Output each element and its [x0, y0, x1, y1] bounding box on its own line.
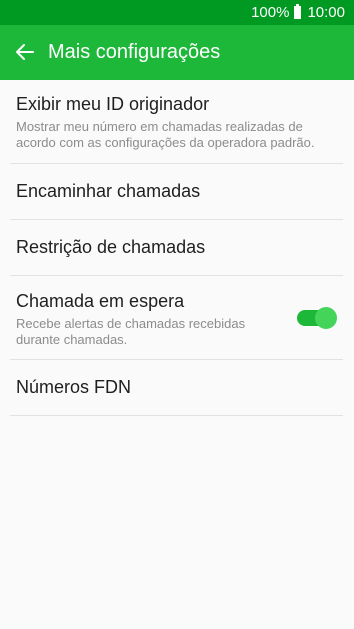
battery-icon — [294, 4, 302, 19]
setting-caller-id-description: Mostrar meu número em chamadas realizada… — [16, 119, 315, 150]
setting-fdn-numbers[interactable]: Números FDN — [10, 360, 343, 416]
setting-call-waiting[interactable]: Chamada em espera Recebe alertas de cham… — [10, 276, 343, 360]
toggle-knob — [315, 307, 337, 329]
setting-call-barring[interactable]: Restrição de chamadas — [10, 220, 343, 276]
settings-list: Exibir meu ID originador Mostrar meu núm… — [10, 80, 343, 416]
setting-caller-id-label: Exibir meu ID originador — [16, 94, 210, 114]
status-bar: 100% 10:00 — [0, 0, 354, 25]
status-indicators: 100% 10:00 — [251, 4, 345, 21]
call-waiting-toggle[interactable] — [297, 307, 337, 329]
app-bar: Mais configurações — [0, 25, 354, 80]
clock: 10:00 — [307, 4, 345, 21]
page-title: Mais configurações — [48, 41, 221, 63]
back-button[interactable] — [10, 37, 40, 67]
setting-call-waiting-label: Chamada em espera — [16, 291, 185, 311]
setting-call-forwarding[interactable]: Encaminhar chamadas — [10, 164, 343, 220]
setting-call-waiting-description: Recebe alertas de chamadas recebidas dur… — [16, 316, 246, 347]
setting-call-barring-label: Restrição de chamadas — [16, 237, 206, 257]
arrow-left-icon — [16, 44, 34, 60]
setting-caller-id[interactable]: Exibir meu ID originador Mostrar meu núm… — [10, 80, 343, 164]
setting-fdn-numbers-label: Números FDN — [16, 377, 132, 397]
setting-call-forwarding-label: Encaminhar chamadas — [16, 181, 201, 201]
battery-percentage: 100% — [251, 4, 290, 21]
